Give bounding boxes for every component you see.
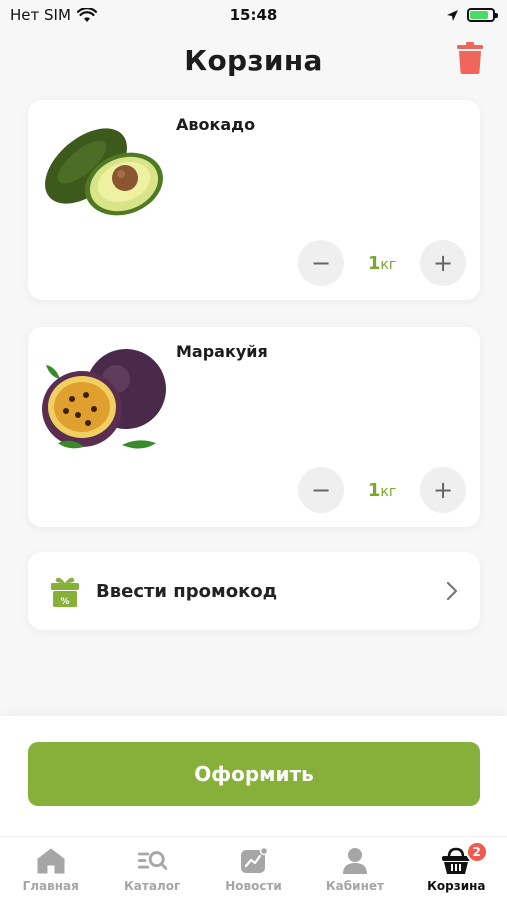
tab-label: Корзина [427, 879, 486, 893]
tab-label: Новости [225, 879, 282, 893]
quantity-value: 1кг [364, 253, 400, 274]
wifi-icon [76, 7, 97, 22]
cart-count-badge: 2 [465, 841, 488, 863]
promo-code-row[interactable]: % Ввести промокод [28, 552, 480, 630]
quantity-number: 1 [367, 479, 381, 501]
location-arrow-icon [447, 9, 458, 21]
decrease-quantity-button[interactable]: − [298, 240, 344, 286]
home-icon [36, 847, 66, 875]
avocado-image [45, 128, 163, 216]
tab-bar: Главная Каталог Новости Кабинет Корзина … [0, 836, 507, 900]
product-name: Авокадо [176, 115, 256, 134]
increase-quantity-button[interactable]: + [420, 467, 466, 513]
decrease-quantity-button[interactable]: − [298, 467, 344, 513]
quantity-unit: кг [380, 256, 397, 273]
catalog-search-icon [137, 847, 168, 875]
quantity-stepper: − 1кг + [298, 467, 466, 513]
cart-item-avocado: Авокадо − 1кг + [28, 100, 480, 300]
trash-icon [457, 42, 483, 74]
quantity-stepper: − 1кг + [298, 240, 466, 286]
quantity-value: 1кг [364, 480, 400, 501]
battery-icon [467, 8, 498, 22]
clear-cart-button[interactable] [455, 40, 485, 76]
passion-fruit-image [42, 349, 166, 449]
quantity-unit: кг [380, 483, 397, 500]
chevron-right-icon [446, 581, 458, 601]
page-title: Корзина [184, 43, 323, 77]
status-left: Нет SIM [10, 6, 97, 24]
status-right [446, 8, 498, 22]
status-bar: Нет SIM 15:48 [0, 0, 507, 30]
tab-label: Главная [22, 879, 79, 893]
carrier-text: Нет SIM [10, 6, 71, 24]
checkout-button[interactable]: Оформить [28, 742, 480, 806]
gift-percent-icon: % [51, 577, 79, 607]
promo-code-label: Ввести промокод [96, 580, 278, 602]
tab-profile[interactable]: Кабинет [304, 837, 405, 900]
tab-home[interactable]: Главная [0, 837, 101, 900]
news-icon [239, 847, 269, 875]
tab-cart[interactable]: Корзина 2 [406, 837, 507, 900]
increase-quantity-button[interactable]: + [420, 240, 466, 286]
cart-item-passion-fruit: Маракуйя − 1кг + [28, 327, 480, 527]
checkout-area: Оформить [0, 716, 507, 836]
tab-label: Кабинет [325, 879, 384, 893]
header: Корзина [0, 30, 507, 90]
tab-catalog[interactable]: Каталог [101, 837, 202, 900]
battery-fill [470, 11, 488, 19]
tab-news[interactable]: Новости [203, 837, 304, 900]
svg-text:%: % [60, 597, 69, 607]
product-name: Маракуйя [176, 342, 268, 361]
tab-label: Каталог [123, 879, 181, 893]
quantity-number: 1 [367, 252, 381, 274]
profile-icon [340, 847, 370, 875]
